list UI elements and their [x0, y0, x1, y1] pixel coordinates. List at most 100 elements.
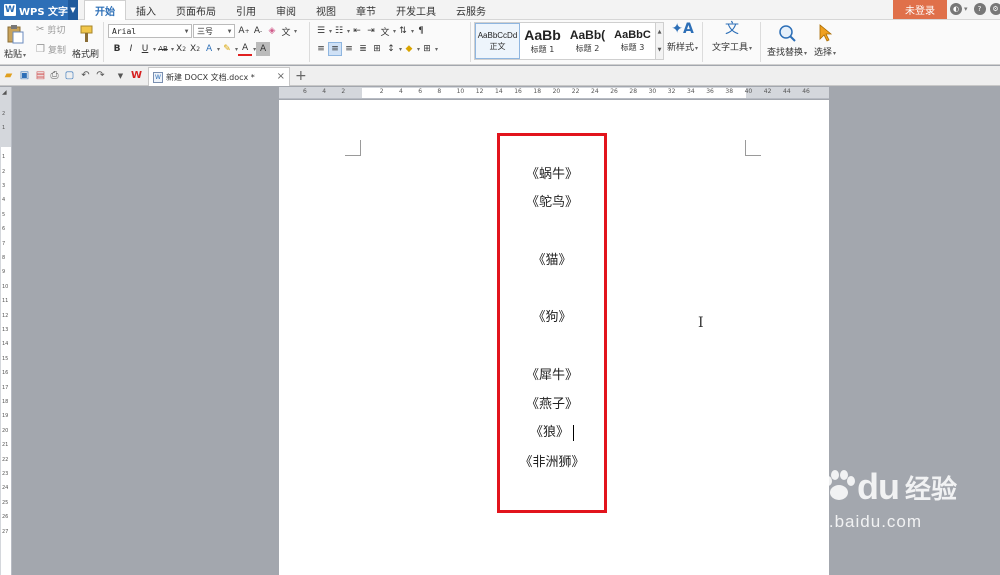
- ruler-tick-label: 32: [667, 88, 676, 95]
- text-tools-button[interactable]: 文 文字工具▾: [712, 22, 752, 53]
- paste-button[interactable]: 粘贴▾: [4, 24, 26, 60]
- numbered-list-icon[interactable]: ☷: [332, 24, 346, 38]
- ruler-tick-label: 14: [495, 88, 503, 95]
- undo-icon[interactable]: ↶: [79, 69, 92, 82]
- tab-view[interactable]: 视图: [306, 0, 346, 20]
- chevron-down-icon[interactable]: ▾: [964, 3, 968, 15]
- close-icon[interactable]: ×: [277, 71, 285, 82]
- ruler-tick-label: 2: [2, 111, 6, 117]
- wps-logo-icon: W: [4, 4, 16, 16]
- find-replace-button[interactable]: 查找替换▾: [767, 24, 807, 58]
- settings-icon[interactable]: ⚙: [989, 3, 1000, 15]
- tab-developer[interactable]: 开发工具: [386, 0, 446, 20]
- distribute-icon[interactable]: ⊞: [370, 42, 384, 56]
- chinese-layout-icon[interactable]: 文: [378, 24, 392, 38]
- clear-format-icon[interactable]: ◈: [265, 24, 279, 38]
- shading-icon[interactable]: ◆: [402, 42, 416, 56]
- new-tab-icon[interactable]: +: [295, 68, 307, 84]
- login-button[interactable]: 未登录: [893, 0, 947, 19]
- tab-cloud[interactable]: 云服务: [446, 0, 496, 20]
- document-tab[interactable]: W 新建 DOCX 文档.docx * ×: [148, 67, 290, 86]
- ruler-tick-label: 5: [2, 211, 6, 218]
- style-heading-2[interactable]: AaBb( 标题 2: [565, 23, 610, 59]
- skin-icon[interactable]: ◐: [950, 3, 962, 15]
- redo-icon[interactable]: ↷: [94, 69, 107, 82]
- highlight-icon[interactable]: ✎: [220, 42, 234, 56]
- save-icon[interactable]: ▣: [18, 69, 31, 82]
- find-replace-label: 查找替换: [767, 48, 804, 58]
- subscript-icon[interactable]: X2: [188, 42, 202, 56]
- doc-line[interactable]: 《非洲狮》: [497, 451, 607, 470]
- print-icon[interactable]: ⎙: [48, 69, 61, 82]
- strikethrough-icon[interactable]: AB: [156, 42, 170, 56]
- export-pdf-icon[interactable]: ▤: [34, 69, 47, 82]
- chevron-down-icon[interactable]: ▼: [658, 47, 662, 53]
- style-heading-3[interactable]: AaBbC 标题 3: [610, 23, 655, 59]
- format-painter-button[interactable]: 格式刷: [72, 24, 99, 60]
- copy-button[interactable]: ❐ 复制: [36, 43, 66, 56]
- app-menu-button[interactable]: W WPS 文字 ▼: [0, 0, 78, 20]
- doc-line[interactable]: 《犀牛》: [497, 364, 607, 383]
- text-caret: [573, 424, 574, 441]
- justify-icon[interactable]: ≣: [356, 42, 370, 56]
- show-marks-icon[interactable]: ¶: [414, 24, 428, 38]
- doc-line[interactable]: 《鸵鸟》: [497, 191, 607, 210]
- print-preview-icon[interactable]: ▢: [63, 69, 76, 82]
- underline-icon[interactable]: U: [138, 42, 152, 56]
- italic-icon[interactable]: I: [124, 42, 138, 56]
- tab-page-layout[interactable]: 页面布局: [166, 0, 226, 20]
- chevron-down-icon[interactable]: ▼: [114, 69, 127, 82]
- open-folder-icon[interactable]: ▰: [2, 69, 15, 82]
- group-divider: [702, 22, 703, 62]
- sort-icon[interactable]: ⇅: [396, 24, 410, 38]
- vertical-ruler[interactable]: 2 1 1 2 3 4 5 6 7 8 9 10 11 12 13 14 15 16 17 18 19 20 21 22 23 2…: [0, 87, 12, 575]
- doc-line[interactable]: 《蜗牛》: [497, 163, 607, 182]
- align-left-icon[interactable]: ≡: [314, 42, 328, 56]
- ruler-corner-icon[interactable]: ◢: [2, 89, 7, 96]
- help-icon[interactable]: ?: [973, 3, 986, 15]
- pinyin-icon[interactable]: 文: [279, 24, 293, 38]
- font-color-icon[interactable]: A: [238, 42, 253, 56]
- tab-home[interactable]: 开始: [84, 0, 126, 20]
- select-button[interactable]: 选择▾: [814, 24, 836, 58]
- tab-sections[interactable]: 章节: [346, 0, 386, 20]
- superscript-icon[interactable]: X2: [174, 42, 188, 56]
- doc-line[interactable]: 《狗》: [497, 306, 607, 325]
- bullet-list-icon[interactable]: ☰: [314, 24, 328, 38]
- ruler-tick-label: 18: [2, 399, 9, 405]
- style-sample: AaBbC: [614, 29, 651, 41]
- select-label: 选择: [814, 48, 833, 58]
- shrink-font-icon[interactable]: A-: [251, 24, 265, 38]
- font-name-select[interactable]: Arial ▼: [108, 24, 192, 38]
- text-effect-icon[interactable]: A: [202, 42, 216, 56]
- styles-scroll[interactable]: ▲ ▼: [656, 22, 664, 60]
- new-style-button[interactable]: ✦A 新样式▾: [667, 21, 698, 53]
- doc-line-with-caret[interactable]: 《狼》: [497, 421, 607, 441]
- tab-review[interactable]: 审阅: [266, 0, 306, 20]
- align-center-icon[interactable]: ≡: [328, 42, 342, 56]
- tab-references[interactable]: 引用: [226, 0, 266, 20]
- decrease-indent-icon[interactable]: ⇤: [350, 24, 364, 38]
- borders-icon[interactable]: ⊞: [420, 42, 434, 56]
- chevron-down-icon[interactable]: ▼: [68, 0, 78, 20]
- ruler-tick-label: 28: [629, 88, 638, 95]
- grow-font-icon[interactable]: A +: [237, 24, 251, 38]
- increase-indent-icon[interactable]: ⇥: [364, 24, 378, 38]
- paragraph-tools-top: ☰ ▾ ☷ ▾ ⇤ ⇥ 文 ▾ ⇅ ▾ ¶: [314, 24, 428, 38]
- bold-icon[interactable]: B: [110, 42, 124, 56]
- chevron-up-icon[interactable]: ▲: [658, 29, 662, 35]
- wps-home-icon[interactable]: W: [130, 69, 143, 82]
- style-normal[interactable]: AaBbCcDd 正文: [475, 23, 520, 59]
- horizontal-ruler[interactable]: 6 4 2 2 4 6 8 10 12 14 16 18 20 22 24 26 28 30 32 34 36 38 40 4…: [279, 87, 829, 99]
- align-right-icon[interactable]: ≡: [342, 42, 356, 56]
- new-style-icon: ✦A: [671, 21, 694, 37]
- line-spacing-icon[interactable]: ↕: [384, 42, 398, 56]
- document-page[interactable]: 《蜗牛》 《鸵鸟》 《猫》 《狗》 《犀牛》 《燕子》 《狼》 《非洲狮》: [279, 100, 829, 575]
- tab-insert[interactable]: 插入: [126, 0, 166, 20]
- cut-button[interactable]: ✂ 剪切: [36, 23, 65, 36]
- doc-line[interactable]: 《燕子》: [497, 393, 607, 412]
- char-shading-icon[interactable]: A: [256, 42, 271, 56]
- font-size-select[interactable]: 三号 ▼: [193, 24, 235, 38]
- doc-line[interactable]: 《猫》: [497, 249, 607, 268]
- style-heading-1[interactable]: AaBb 标题 1: [520, 23, 565, 59]
